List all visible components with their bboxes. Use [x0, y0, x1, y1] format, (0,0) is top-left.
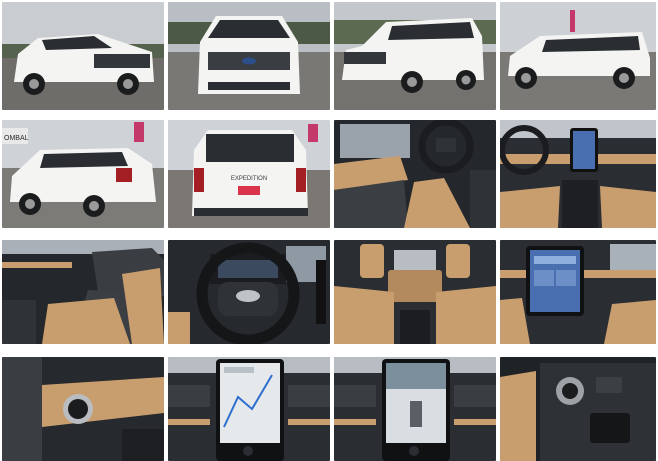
photo-exterior-rear-three-quarter[interactable]: OMBAL — [2, 120, 164, 228]
photo-exterior-front[interactable] — [168, 2, 330, 110]
photo-interior-passenger-side[interactable] — [2, 240, 164, 344]
photo-gallery: OMBAL EXPEDITION — [0, 0, 658, 461]
dealer-sign-text: OMBAL — [4, 135, 29, 142]
photo-interior-driver-door[interactable] — [334, 120, 496, 228]
photo-interior-center-screen[interactable] — [500, 240, 656, 344]
photo-exterior-front-three-quarter[interactable] — [2, 2, 164, 110]
photo-exterior-front-side[interactable] — [334, 2, 496, 110]
photo-interior-dashboard[interactable] — [500, 120, 656, 228]
photo-interior-gear-selector[interactable] — [500, 357, 656, 461]
photo-interior-start-button[interactable] — [2, 357, 164, 461]
photo-interior-steering-wheel[interactable] — [168, 240, 330, 344]
photo-interior-camera-screen[interactable] — [334, 357, 496, 461]
rear-badge-text: EXPEDITION — [231, 176, 267, 182]
photo-exterior-rear[interactable]: EXPEDITION — [168, 120, 330, 228]
photo-interior-navigation-screen[interactable] — [168, 357, 330, 461]
photo-interior-rear-seats[interactable] — [334, 240, 496, 344]
photo-exterior-side-profile[interactable] — [500, 2, 656, 110]
